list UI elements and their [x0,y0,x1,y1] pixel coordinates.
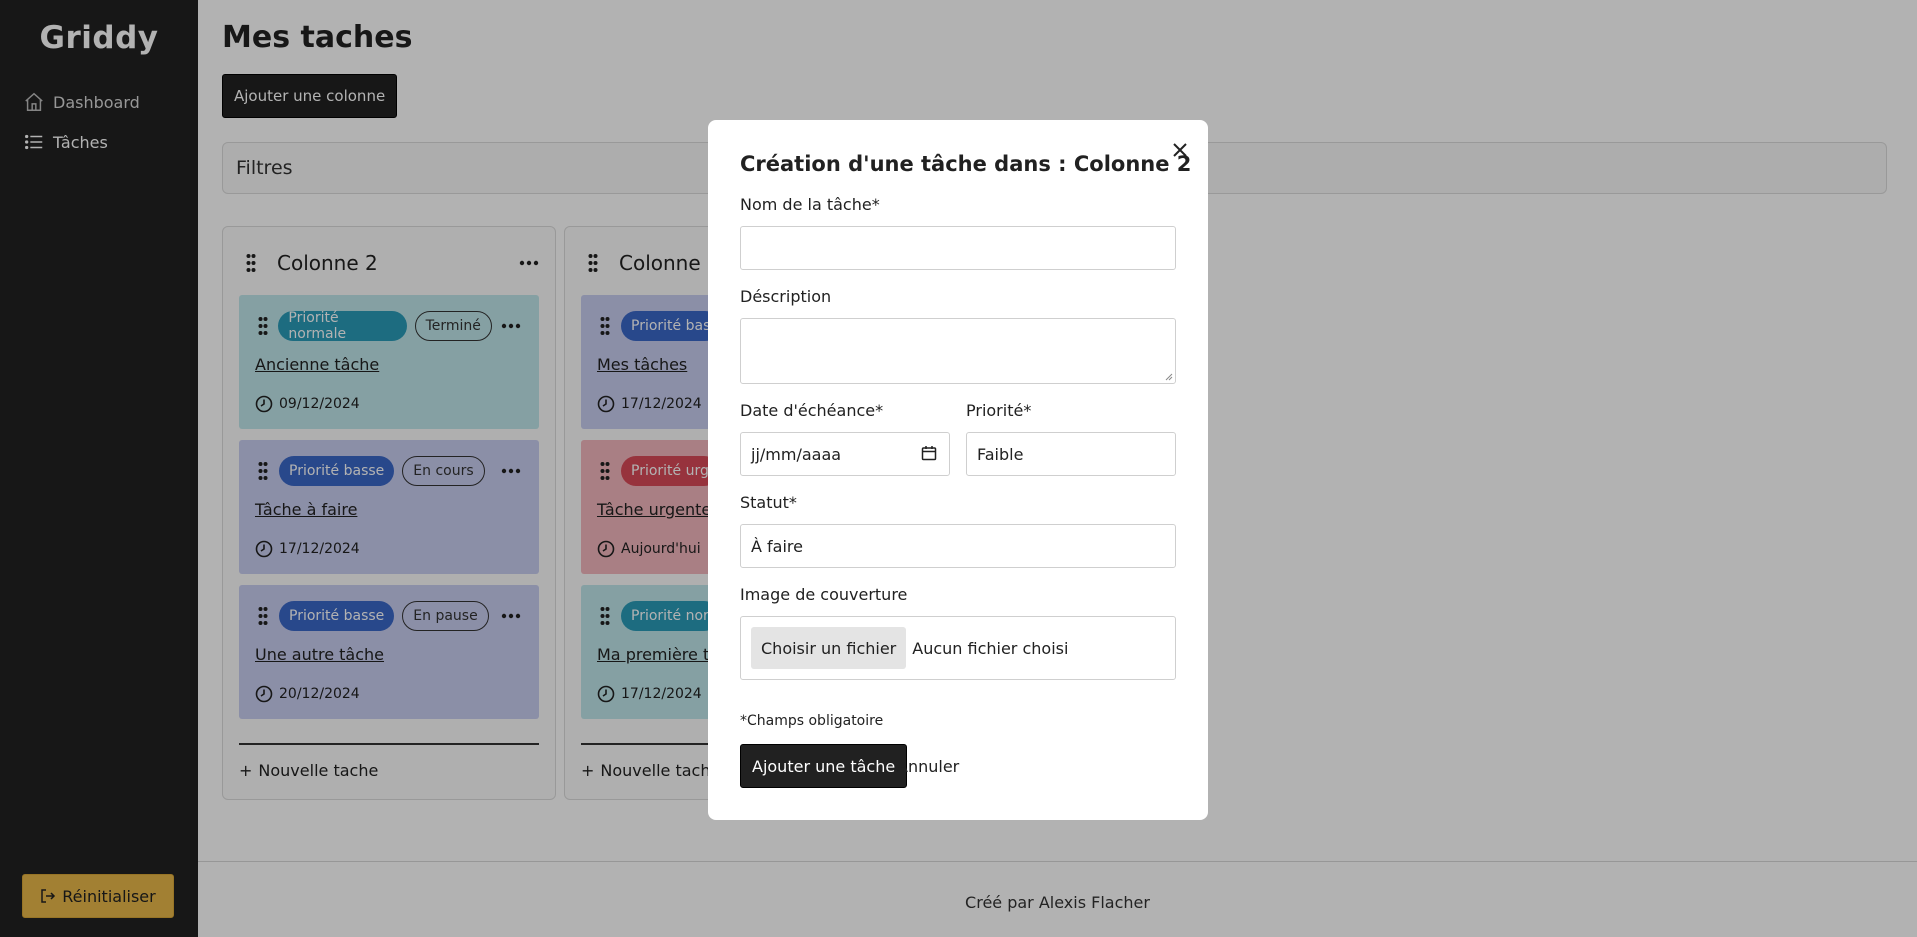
status-label: Statut* [740,493,797,512]
priority-select[interactable]: Faible [966,432,1176,476]
task-name-input[interactable] [740,226,1176,270]
modal-title: Création d'une tâche dans : Colonne 2 [740,152,1192,176]
resize-handle-icon[interactable] [1165,373,1173,381]
cover-image-label: Image de couverture [740,585,908,604]
create-task-modal: Création d'une tâche dans : Colonne 2 No… [708,120,1208,820]
no-file-text: Aucun fichier choisi [912,638,1069,658]
priority-label: Priorité* [966,401,1032,420]
cover-image-file-input[interactable]: Choisir un fichier Aucun fichier choisi [740,616,1176,680]
due-date-input[interactable]: jj/mm/aaaa [740,432,950,476]
calendar-icon[interactable] [921,445,939,463]
cancel-button[interactable]: Annuler [897,744,959,788]
status-select[interactable]: À faire [740,524,1176,568]
task-name-label: Nom de la tâche* [740,195,880,214]
close-icon[interactable] [1168,138,1192,162]
due-date-placeholder: jj/mm/aaaa [751,444,842,464]
required-fields-note: *Champs obligatoire [740,713,884,729]
description-textarea[interactable] [740,318,1176,384]
due-date-label: Date d'échéance* [740,401,884,420]
description-label: Déscription [740,287,832,306]
add-task-button[interactable]: Ajouter une tâche [740,744,908,788]
choose-file-button[interactable]: Choisir un fichier [751,627,907,669]
